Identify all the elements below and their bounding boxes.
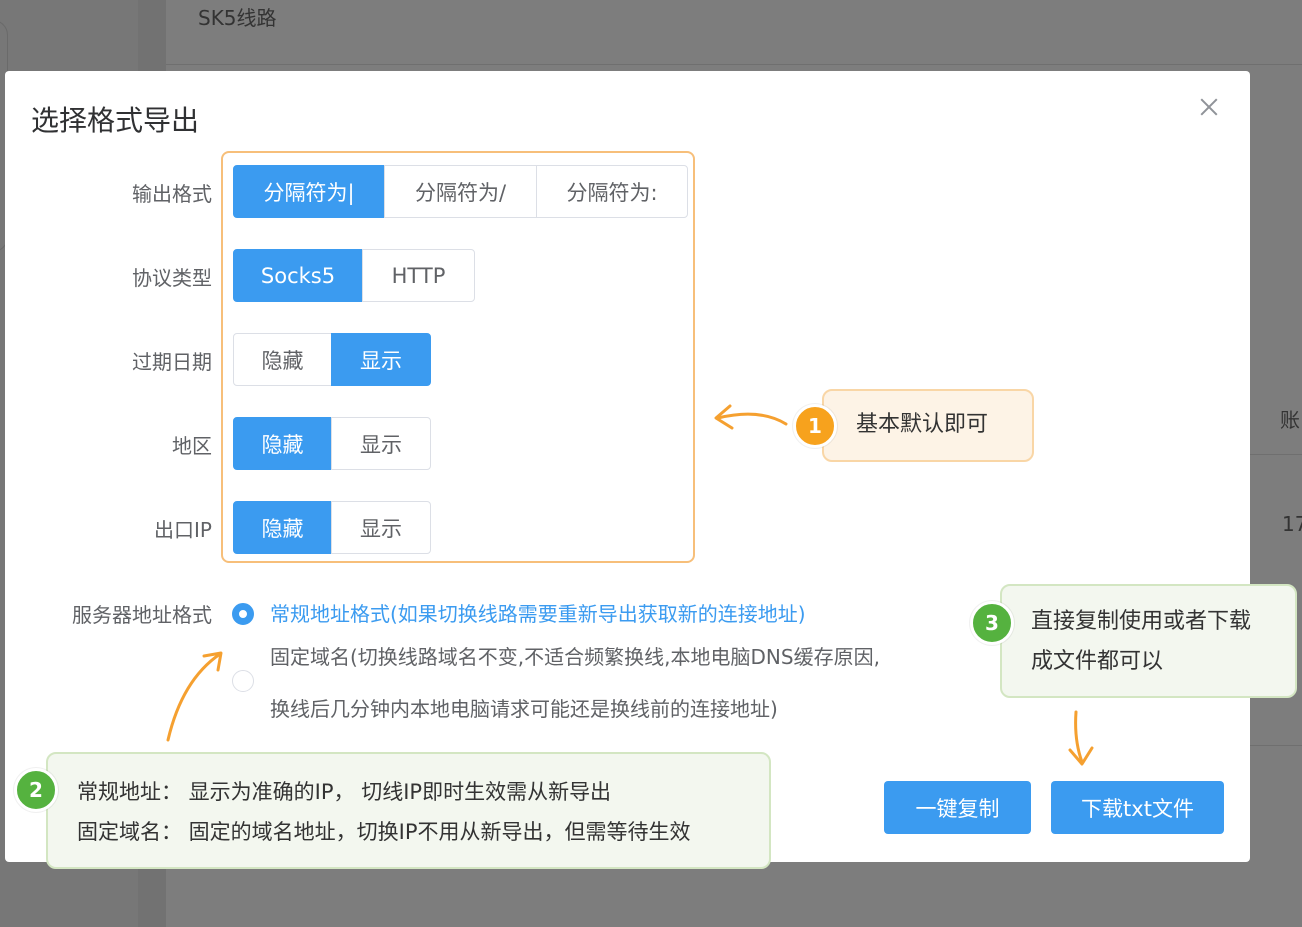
background-page-title: SK5线路 [198,6,277,30]
radio-regular-label[interactable]: 常规地址格式(如果切换线路需要重新导出获取新的连接地址) [270,601,806,627]
protocol-type-group: Socks5 HTTP [233,249,475,302]
background-column-header: 账 [1280,408,1300,432]
callout-copy-line1: 直接复制使用或者下载 [1031,609,1252,634]
background-header-line [166,64,1302,65]
callout-address-format-tip: 常规地址： 显示为准确的IP， 切线IP即时生效需从新导出 固定域名： 固定的域… [46,752,771,869]
exit-ip-group: 隐藏 显示 [233,501,431,554]
expiry-date-group: 隐藏 显示 [233,333,431,386]
region-hide-option[interactable]: 隐藏 [233,417,332,470]
separator-slash-option[interactable]: 分隔符为/ [384,165,537,218]
step-badge-1: 1 [793,404,837,448]
close-icon[interactable] [1197,95,1221,119]
callout-address-line2: 固定域名： 固定的域名地址，切换IP不用从新导出，但需等待生效 [77,820,691,844]
callout-copy-download-tip: 直接复制使用或者下载 成文件都可以 [1000,584,1297,698]
background-row-line [1250,745,1302,746]
callout-copy-line2: 成文件都可以 [1031,649,1164,674]
region-group: 隐藏 显示 [233,417,431,470]
radio-fixed-domain-label[interactable]: 固定域名(切换线路域名不变,不适合频繁换线,本地电脑DNS缓存原因, 换线后几分… [270,631,880,735]
protocol-type-label: 协议类型 [132,266,212,290]
region-label: 地区 [172,434,212,458]
expiry-hide-option[interactable]: 隐藏 [233,333,332,386]
separator-colon-option[interactable]: 分隔符为: [536,165,688,218]
callout-default-tip: 基本默认即可 [822,389,1034,462]
callout-default-text: 基本默认即可 [856,412,989,437]
dialog-title: 选择格式导出 [31,104,200,137]
step-badge-3: 3 [970,601,1014,645]
exit-ip-show-option[interactable]: 显示 [331,501,431,554]
region-show-option[interactable]: 显示 [331,417,431,470]
expiry-show-option[interactable]: 显示 [331,333,431,386]
step-badge-2: 2 [14,768,58,812]
radio-fixed-domain-line1: 固定域名(切换线路域名不变,不适合频繁换线,本地电脑DNS缓存原因, [270,645,880,669]
radio-fixed-domain-line2: 换线后几分钟内本地电脑请求可能还是换线前的连接地址) [270,697,778,721]
download-txt-button[interactable]: 下载txt文件 [1051,781,1224,834]
protocol-socks5-option[interactable]: Socks5 [233,249,363,302]
radio-fixed-domain[interactable] [232,670,254,692]
server-format-label: 服务器地址格式 [72,603,212,627]
export-format-dialog: 选择格式导出 输出格式 分隔符为| 分隔符为/ 分隔符为: 协议类型 Socks… [5,71,1250,862]
server-format-option-fixed-domain[interactable]: 固定域名(切换线路域名不变,不适合频繁换线,本地电脑DNS缓存原因, 换线后几分… [232,644,880,735]
exit-ip-hide-option[interactable]: 隐藏 [233,501,332,554]
separator-pipe-option[interactable]: 分隔符为| [233,165,385,218]
server-format-option-regular[interactable]: 常规地址格式(如果切换线路需要重新导出获取新的连接地址) [232,601,806,627]
copy-all-button[interactable]: 一键复制 [884,781,1031,834]
callout-address-line1: 常规地址： 显示为准确的IP， 切线IP即时生效需从新导出 [77,780,612,804]
expiry-date-label: 过期日期 [132,350,212,374]
output-format-label: 输出格式 [132,182,212,206]
background-row-line [1250,454,1302,455]
protocol-http-option[interactable]: HTTP [362,249,475,302]
output-format-group: 分隔符为| 分隔符为/ 分隔符为: [233,165,688,218]
radio-regular[interactable] [232,603,254,625]
background-table-cell: 17 [1282,512,1302,536]
exit-ip-label: 出口IP [154,518,212,542]
